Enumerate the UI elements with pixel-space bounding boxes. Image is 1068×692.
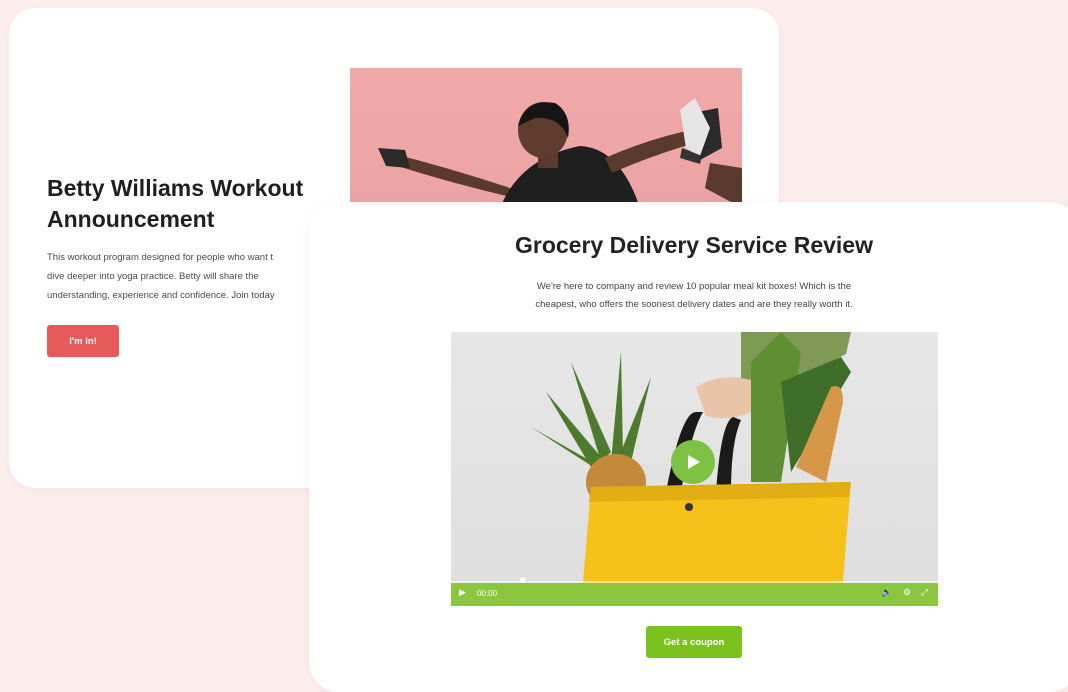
grocery-desc-line-2: cheapest, who offers the soonest deliver… <box>535 299 853 310</box>
video-progress-track[interactable] <box>451 577 938 583</box>
volume-icon[interactable]: 🔈 <box>881 587 892 598</box>
workout-title: Betty Williams Workout Announcement <box>47 173 347 235</box>
workout-photo <box>350 68 742 218</box>
play-icon <box>688 455 700 469</box>
video-time: 00:00 <box>477 589 498 598</box>
settings-gear-icon[interactable]: ⚙ <box>903 587 911 598</box>
workout-desc-line-1: This workout program designed for people… <box>47 252 274 263</box>
workout-desc-line-3: understanding, experience and confidence… <box>47 290 275 301</box>
workout-description: This workout program designed for people… <box>47 248 317 305</box>
fullscreen-icon[interactable]: ⤢ <box>921 587 928 598</box>
grocery-description: We're here to company and review 10 popu… <box>309 278 1068 314</box>
grocery-title: Grocery Delivery Service Review <box>514 232 873 258</box>
workout-title-line-2: Announcement <box>47 206 215 232</box>
get-coupon-button[interactable]: Get a coupon <box>646 626 742 658</box>
play-small-icon[interactable]: ▶ <box>459 587 466 598</box>
video-control-bar: ▶ 00:00 🔈 ⚙ ⤢ <box>451 577 938 606</box>
video-progress-knob[interactable] <box>520 577 526 583</box>
grocery-review-card: Grocery Delivery Service Review We're he… <box>309 202 1068 692</box>
play-overlay-button[interactable] <box>671 440 715 484</box>
grocery-desc-line-1: We're here to company and review 10 popu… <box>536 281 852 292</box>
workout-desc-line-2: dive deeper into yoga practice. Betty wi… <box>47 271 259 282</box>
workout-title-line-1: Betty Williams Workout <box>47 175 304 201</box>
im-in-button[interactable]: I'm in! <box>47 325 119 357</box>
video-player[interactable]: ▶ 00:00 🔈 ⚙ ⤢ <box>451 332 938 606</box>
